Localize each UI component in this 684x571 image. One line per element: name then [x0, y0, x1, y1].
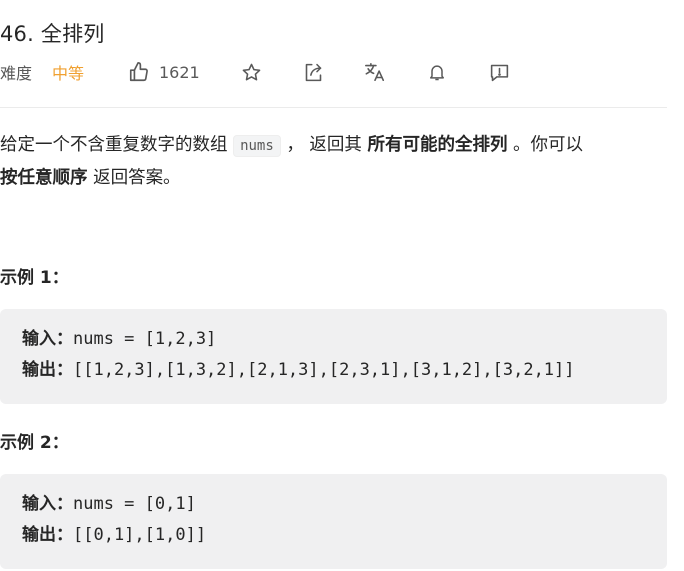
like-count: 1621 — [159, 62, 200, 82]
difficulty-label: 难度 — [0, 64, 33, 83]
example-2-block: 输入：nums = [0,1] 输出：[[0,1],[1,0]] — [0, 474, 667, 569]
translate-button[interactable] — [364, 61, 386, 83]
like-button[interactable]: 1621 — [128, 61, 240, 83]
example-1-block: 输入：nums = [1,2,3] 输出：[[1,2,3],[1,3,2],[2… — [0, 309, 667, 404]
share-button[interactable] — [302, 61, 324, 83]
desc-text-2: ， 返回其 — [280, 135, 368, 155]
desc-bold-2: 按任意顺序 — [0, 168, 88, 188]
problem-title: 46. 全排列 — [0, 22, 105, 46]
example-1-input-line: 输入：nums = [1,2,3] — [22, 324, 645, 355]
example-1-output-label: 输出： — [22, 360, 73, 380]
header-divider — [0, 107, 667, 108]
example-1-title: 示例 1： — [0, 268, 69, 288]
star-icon — [242, 63, 260, 80]
problem-description: 给定一个不含重复数字的数组 nums ， 返回其 所有可能的全排列 。你可以 按… — [0, 129, 670, 194]
example-2-output: [[0,1],[1,0]] — [73, 525, 207, 545]
example-1-input-label: 输入： — [22, 329, 73, 349]
feedback-icon — [490, 64, 508, 81]
example-2-input: nums = [0,1] — [73, 494, 196, 514]
favorite-button[interactable] — [240, 61, 262, 83]
difficulty-value: 中等 — [52, 64, 85, 83]
share-icon — [305, 63, 321, 81]
example-2-output-label: 输出： — [22, 525, 73, 545]
example-2-title: 示例 2： — [0, 433, 69, 453]
example-2-output-line: 输出：[[0,1],[1,0]] — [22, 520, 645, 551]
desc-text-4: 返回答案。 — [87, 168, 181, 188]
example-2-input-line: 输入：nums = [0,1] — [22, 489, 645, 520]
desc-text-1: 给定一个不含重复数字的数组 — [0, 135, 234, 155]
subscribe-button[interactable] — [426, 61, 448, 83]
example-1-input: nums = [1,2,3] — [73, 329, 217, 349]
example-1-output: [[1,2,3],[1,3,2],[2,1,3],[2,3,1],[3,1,2]… — [73, 360, 575, 380]
desc-bold-1: 所有可能的全排列 — [367, 135, 508, 155]
thumbs-up-icon — [129, 62, 148, 82]
translate-icon — [365, 62, 385, 82]
example-2-input-label: 输入： — [22, 494, 73, 514]
example-1-output-line: 输出：[[1,2,3],[1,3,2],[2,1,3],[2,3,1],[3,1… — [22, 355, 645, 386]
bell-icon — [430, 65, 444, 81]
desc-text-3: 。你可以 — [507, 135, 584, 155]
problem-meta-bar: 难度 中等 1621 — [0, 58, 510, 86]
inline-code-nums: nums — [233, 135, 281, 157]
feedback-button[interactable] — [488, 61, 510, 83]
